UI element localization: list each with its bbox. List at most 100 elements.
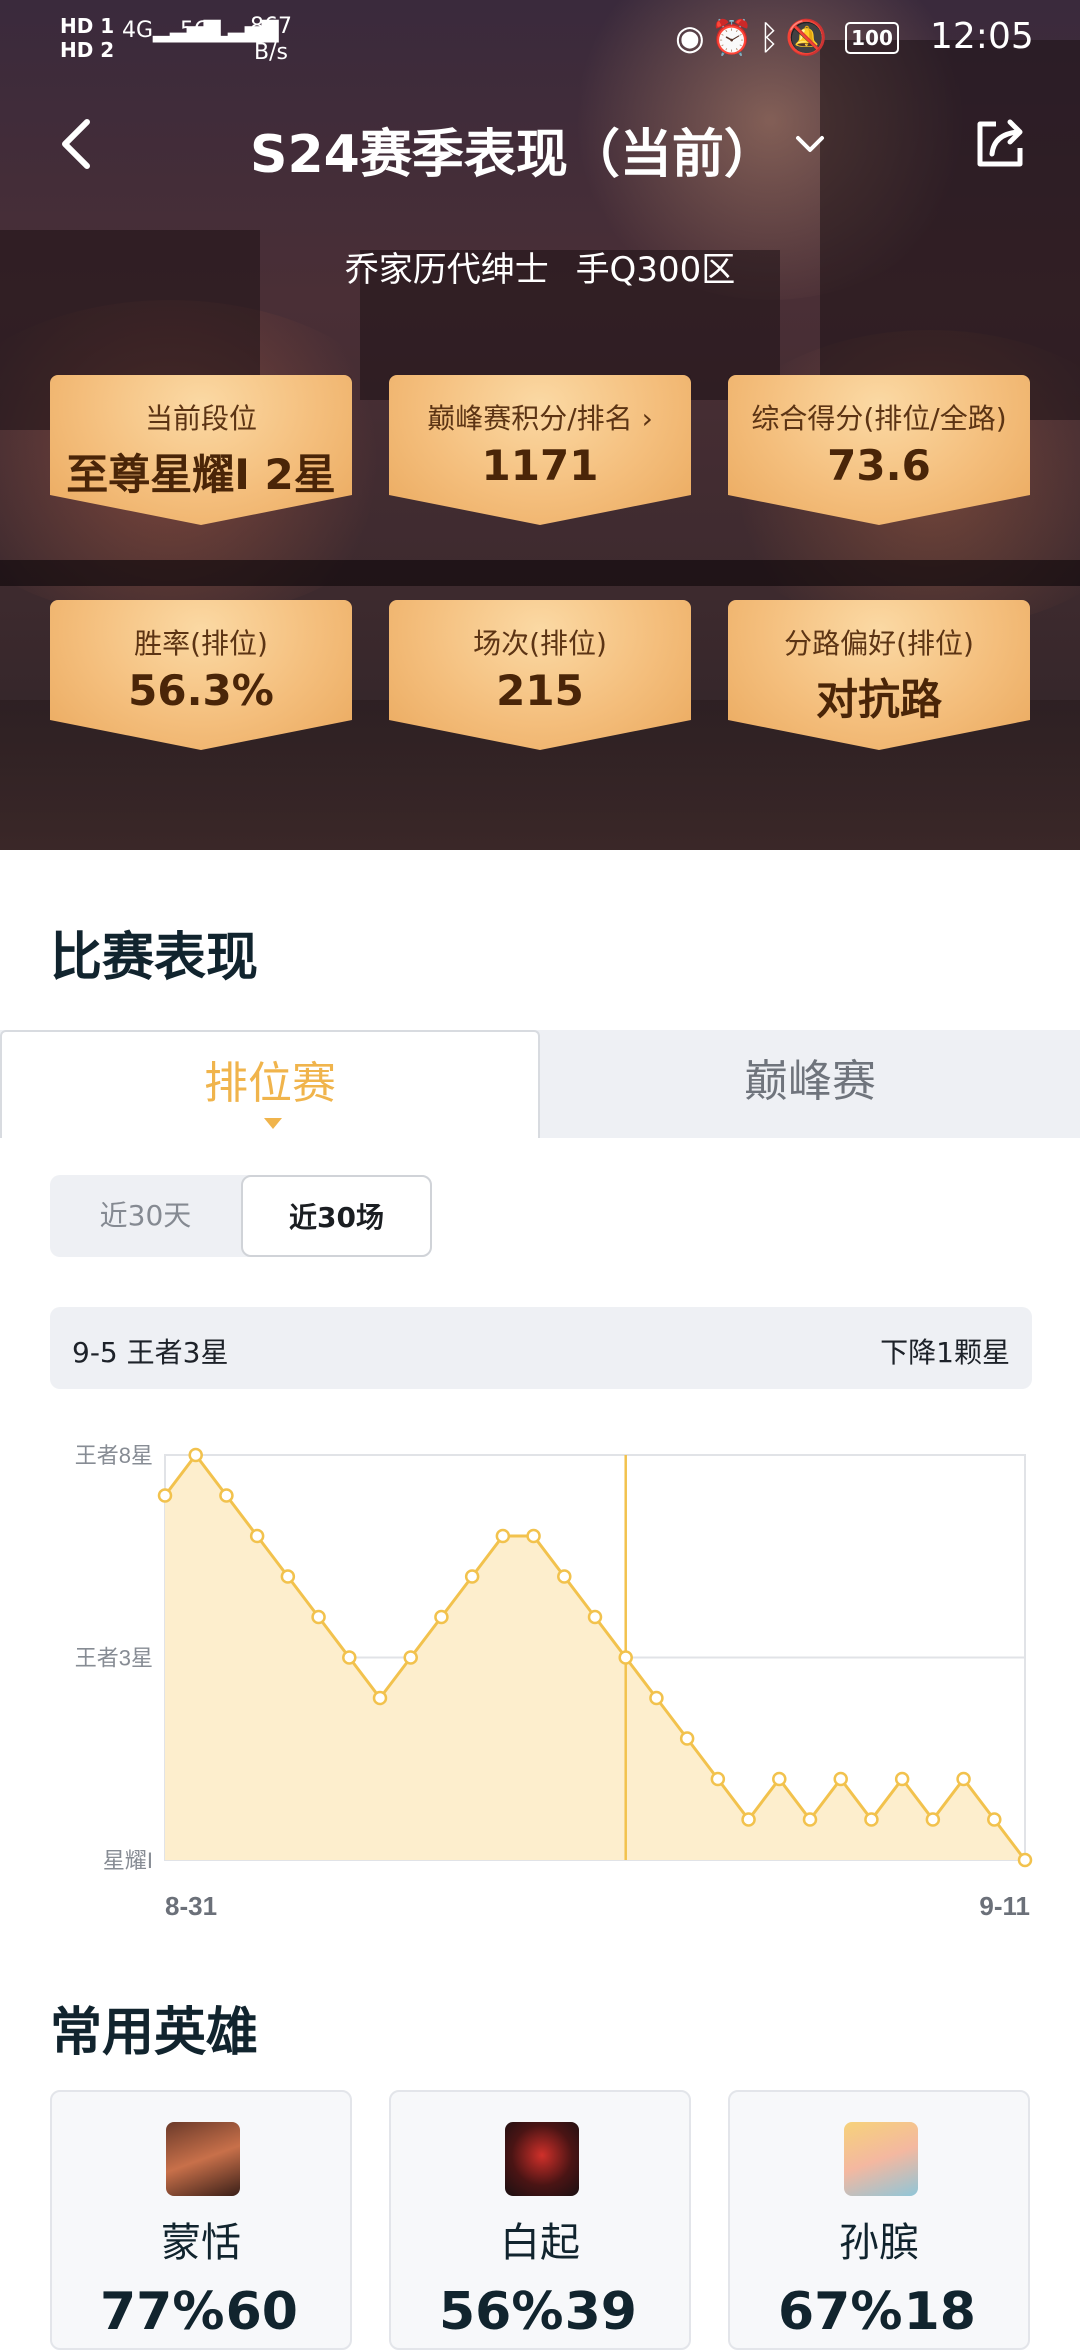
- data-point: [987, 1812, 1002, 1827]
- data-point: [464, 1569, 480, 1584]
- range-selector: 近30天 近30场: [50, 1175, 432, 1257]
- stat-label: 巅峰赛积分/排名 ›: [427, 402, 653, 435]
- data-point: [679, 1731, 695, 1746]
- data-point: [894, 1771, 910, 1787]
- tab-peak[interactable]: 巅峰赛: [540, 1030, 1080, 1138]
- status-icons: ◉⏰ᛒ🔕: [675, 18, 834, 58]
- alarm-icon: ⏰: [710, 18, 760, 58]
- hero-avatar: [505, 2122, 579, 2196]
- hero-card-sunbin[interactable]: 孙膑 67% 18: [728, 2090, 1030, 2350]
- heroes-title: 常用英雄: [50, 2003, 259, 2063]
- data-point: [372, 1690, 388, 1706]
- chart-tooltip-bar: 9-5 王者3星 下降1颗星: [50, 1307, 1032, 1389]
- stat-card-rank: 当前段位 至尊星耀I 2星: [50, 375, 352, 525]
- rank-trend-chart[interactable]: 王者8星王者3星星耀I 8-31 9-11: [0, 1420, 1080, 1940]
- stat-label: 当前段位: [144, 402, 257, 435]
- hero-card-baiqi[interactable]: 白起 56% 39: [389, 2090, 691, 2350]
- nav-bar: S24赛季表现（当前）: [0, 92, 1080, 202]
- data-point: [157, 1488, 173, 1503]
- season-dropdown[interactable]: [790, 130, 830, 160]
- match-type-tabs: 排位赛 巅峰赛: [0, 1030, 1080, 1138]
- network-speed-unit: B/s: [254, 40, 288, 65]
- range-option-30-days[interactable]: 近30天: [50, 1175, 241, 1257]
- eye-icon: ◉: [675, 18, 711, 58]
- hero-name: 蒙恬: [161, 2220, 241, 2266]
- data-point: [1017, 1852, 1033, 1868]
- network-speed-value: 867: [250, 14, 292, 39]
- hero-card-mengtian[interactable]: 蒙恬 77% 60: [50, 2090, 352, 2350]
- stat-value: 对抗路: [815, 675, 942, 724]
- data-point: [434, 1609, 449, 1625]
- stat-card-overall-score: 综合得分(排位/全路) 73.6: [728, 375, 1030, 525]
- header-background: HD 1 HD 2 4G▂▃▅▇ 5G▂▃▅▇ 867 B/s ◉⏰ᛒ🔕 100…: [0, 0, 1080, 850]
- hero-games: 60: [225, 2282, 298, 2342]
- data-point: [833, 1771, 848, 1787]
- hero-win-rate: 77%: [100, 2282, 225, 2342]
- hero-win-rate: 67%: [778, 2282, 903, 2342]
- hero-win-rate: 56%: [439, 2282, 564, 2342]
- data-point: [280, 1569, 296, 1584]
- stat-value: 至尊星耀I 2星: [66, 450, 336, 499]
- selected-point-info: 9-5 王者3星: [72, 1336, 229, 1369]
- sim2-label: HD 2: [60, 38, 115, 62]
- clock: 12:05: [930, 16, 1034, 57]
- server-name: 手Q300区: [575, 250, 736, 290]
- back-button[interactable]: [55, 114, 105, 174]
- stat-value: 73.6: [827, 441, 931, 490]
- bluetooth-icon: ᛒ: [759, 18, 786, 58]
- hero-avatar: [844, 2122, 918, 2196]
- player-info: 乔家历代绅士 手Q300区: [0, 242, 1080, 291]
- network-speed: 867 B/s: [250, 14, 292, 66]
- share-icon: [977, 119, 1023, 167]
- hero-avatar: [166, 2122, 240, 2196]
- share-button[interactable]: [970, 114, 1030, 174]
- chevron-down-icon: [796, 136, 824, 152]
- data-point: [249, 1528, 265, 1544]
- hero-name: 白起: [500, 2220, 580, 2266]
- data-point: [526, 1528, 541, 1544]
- x-tick-label-start: 8-31: [165, 1891, 217, 1921]
- chevron-right-icon: ›: [641, 402, 653, 435]
- data-point: [219, 1488, 234, 1503]
- sim1-label: HD 1: [60, 14, 115, 38]
- x-tick-label-end: 9-11: [979, 1891, 1030, 1921]
- data-point: [710, 1771, 726, 1787]
- data-point: [741, 1812, 756, 1827]
- data-point: [956, 1771, 971, 1787]
- range-option-30-matches[interactable]: 近30场: [241, 1175, 432, 1257]
- tab-ranked-label: 排位赛: [204, 1058, 336, 1109]
- tab-ranked[interactable]: 排位赛: [0, 1030, 540, 1138]
- stat-value: 1171: [481, 441, 599, 490]
- page-title[interactable]: S24赛季表现（当前）: [250, 112, 776, 187]
- data-point: [311, 1609, 326, 1625]
- stat-label: 综合得分(排位/全路): [751, 402, 1007, 435]
- hero-games: 18: [903, 2282, 976, 2342]
- data-point: [802, 1812, 818, 1827]
- hero-games: 39: [564, 2282, 637, 2342]
- data-point: [557, 1569, 572, 1584]
- data-point: [618, 1650, 633, 1665]
- data-point: [649, 1690, 664, 1706]
- y-tick-label: 星耀I: [103, 1848, 153, 1873]
- status-bar: HD 1 HD 2 4G▂▃▅▇ 5G▂▃▅▇ 867 B/s ◉⏰ᛒ🔕 100…: [0, 0, 1080, 80]
- data-point: [495, 1528, 511, 1544]
- performance-title: 比赛表现: [50, 928, 259, 988]
- data-point: [403, 1650, 418, 1665]
- player-name: 乔家历代绅士: [344, 250, 549, 290]
- stat-card-peak-score[interactable]: 巅峰赛积分/排名 › 1171: [389, 375, 691, 525]
- tab-peak-label: 巅峰赛: [744, 1056, 876, 1107]
- stat-label: 胜率(排位): [134, 627, 268, 660]
- selected-point-change: 下降1颗星: [880, 1336, 1010, 1369]
- stat-label: 场次(排位): [473, 627, 607, 660]
- stat-label: 分路偏好(排位): [784, 627, 974, 660]
- sim-indicator: HD 1 HD 2: [60, 14, 114, 62]
- data-point: [925, 1812, 941, 1827]
- data-point: [864, 1812, 879, 1827]
- data-point: [342, 1650, 357, 1665]
- stat-value: 56.3%: [128, 666, 274, 715]
- data-point: [587, 1609, 603, 1625]
- chevron-left-icon: [62, 119, 90, 169]
- mute-icon: 🔕: [785, 18, 834, 58]
- data-point: [188, 1447, 203, 1463]
- hero-name: 孙膑: [839, 2220, 919, 2266]
